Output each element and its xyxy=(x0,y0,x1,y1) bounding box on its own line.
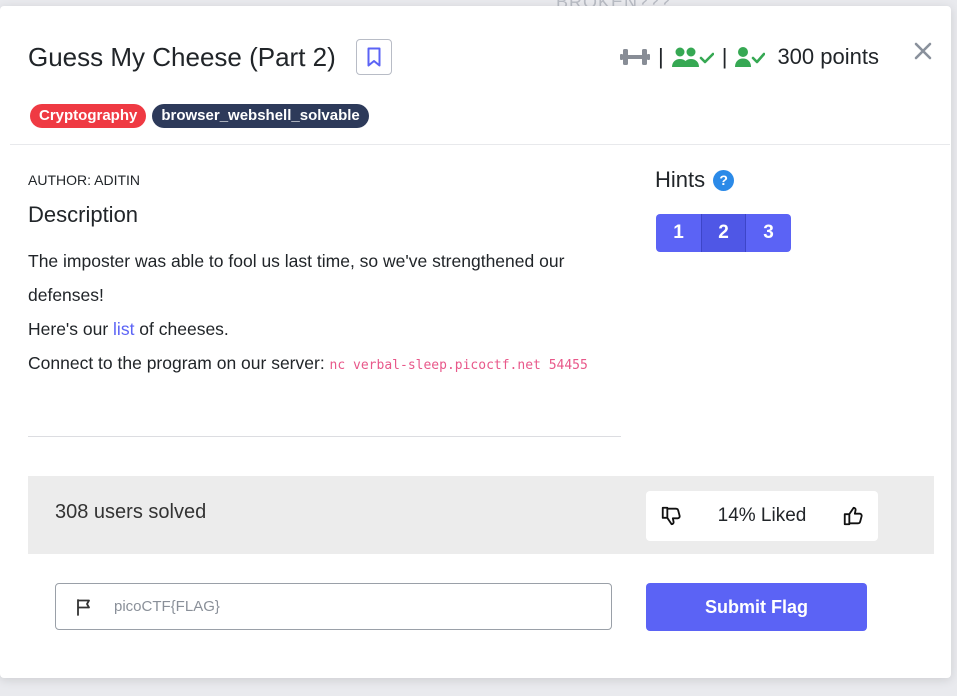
tag-webshell[interactable]: browser_webshell_solvable xyxy=(152,104,369,128)
points-value: 300 points xyxy=(777,44,879,69)
dumbbell-icon xyxy=(620,46,650,68)
submit-flag-button[interactable]: Submit Flag xyxy=(646,583,867,631)
bookmark-icon xyxy=(367,47,381,67)
hints-title: Hints xyxy=(655,167,706,192)
flag-input[interactable] xyxy=(112,597,611,616)
divider xyxy=(10,144,950,145)
hints-heading: Hints ? xyxy=(655,167,735,193)
description-text: Connect to the program on our server: xyxy=(28,353,330,373)
close-icon xyxy=(914,42,932,60)
stats-bar: 308 users solved 14% Liked xyxy=(28,476,934,554)
divider xyxy=(28,436,621,437)
user-check-icon xyxy=(735,46,766,68)
cheese-list-link[interactable]: list xyxy=(113,319,134,339)
bookmark-button[interactable] xyxy=(356,39,392,75)
author-label: AUTHOR: ADITIN xyxy=(28,172,141,188)
thumbs-down-icon[interactable] xyxy=(658,503,684,529)
description-line: The imposter was able to fool us last ti… xyxy=(28,251,565,305)
separator: | xyxy=(721,44,728,69)
connection-command: nc verbal-sleep.picoctf.net 54455 xyxy=(329,358,588,373)
description-text: Here's our xyxy=(28,319,114,339)
tag-category[interactable]: Cryptography xyxy=(30,104,147,128)
flag-icon xyxy=(56,598,112,616)
users-check-icon xyxy=(671,46,714,68)
hint-button-group: 1 2 3 xyxy=(656,214,791,252)
description-line: Here's our list of cheeses. xyxy=(28,312,628,346)
description-heading: Description xyxy=(28,202,139,227)
flag-input-group xyxy=(55,583,612,630)
solved-count: 308 users solved xyxy=(55,501,207,523)
challenge-title: Guess My Cheese (Part 2) xyxy=(28,42,336,72)
description-body: The imposter was able to fool us last ti… xyxy=(28,244,628,383)
separator: | xyxy=(658,44,664,69)
hint-button-1[interactable]: 1 xyxy=(656,214,701,252)
hint-button-2[interactable]: 2 xyxy=(701,214,746,252)
challenge-stats: | | 300 points xyxy=(620,41,879,73)
tag-list: Cryptography browser_webshell_solvable xyxy=(30,104,369,128)
hint-button-3[interactable]: 3 xyxy=(746,214,791,252)
question-circle-icon[interactable]: ? xyxy=(713,169,735,191)
liked-percentage: 14% Liked xyxy=(717,505,807,526)
description-text: of cheeses. xyxy=(134,319,229,339)
challenge-modal: Guess My Cheese (Part 2) | | 300 points … xyxy=(0,6,951,678)
like-rating: 14% Liked xyxy=(646,491,878,541)
close-button[interactable] xyxy=(910,38,936,64)
description-line: Connect to the program on our server: nc… xyxy=(28,346,628,383)
thumbs-up-icon[interactable] xyxy=(840,503,866,529)
